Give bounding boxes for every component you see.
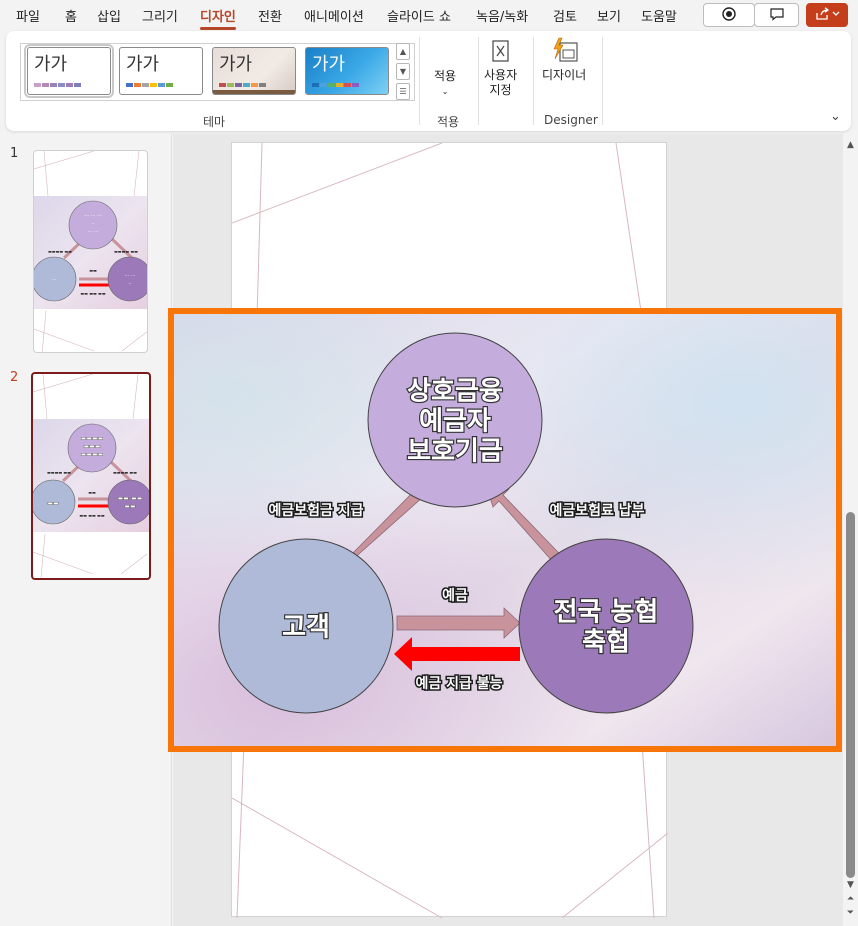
- svg-text:▬▬ ▬▬ ▬▬: ▬▬ ▬▬ ▬▬: [80, 291, 105, 296]
- collapse-ribbon-icon[interactable]: ⌄: [830, 109, 841, 124]
- apply-button[interactable]: 적용 ⌄: [434, 69, 456, 99]
- tab-review[interactable]: 검토: [553, 6, 577, 25]
- diagram-slide: 상호금융예금자보호기금 고객 전국 농협축협 예금보험금 지급 예금보험료 납부…: [174, 314, 836, 746]
- customize-line1: 사용자: [484, 68, 518, 82]
- svg-text:▬▬▬▬ ▬▬: ▬▬▬▬ ▬▬: [113, 470, 137, 475]
- tab-design[interactable]: 디자인: [200, 6, 236, 30]
- comment-icon: [769, 6, 785, 25]
- label-payout: 예금보험금 지급: [268, 502, 363, 519]
- theme-gallery: 가가 가가 가가 가가: [20, 43, 415, 101]
- record-button[interactable]: [703, 3, 755, 27]
- vertical-scrollbar[interactable]: ▲ ▼ ⏶ ⏷: [843, 134, 858, 926]
- tab-transitions[interactable]: 전환: [258, 6, 282, 25]
- chevron-down-icon: ⌄: [441, 87, 449, 96]
- tab-home[interactable]: 홈: [65, 6, 77, 25]
- slide-thumbnail-pane: 1 ··· ··· ··· ·· ··· ··· ··· ··· ··· ·· ▬▬▬▬…: [0, 134, 172, 926]
- previous-slide-button[interactable]: ⏶: [845, 894, 856, 904]
- slide-size-icon: [488, 37, 514, 68]
- customize-button[interactable]: 사용자 지정: [484, 37, 517, 98]
- slide-thumbnail-1[interactable]: ··· ··· ··· ·· ··· ··· ··· ··· ··· ·· ▬▬▬▬ ▬…: [33, 150, 148, 353]
- slide-number-2: 2: [10, 370, 19, 385]
- label-premium: 예금보험료 납부: [549, 502, 644, 519]
- tab-slideshow[interactable]: 슬라이드 쇼: [387, 6, 451, 25]
- ribbon-separator: [478, 37, 479, 125]
- share-button[interactable]: [806, 3, 848, 27]
- next-slide-button[interactable]: ⏷: [845, 908, 856, 918]
- tab-record[interactable]: 녹음/녹화: [476, 6, 528, 25]
- svg-text:▬▬▬▬: ▬▬▬▬: [81, 435, 104, 442]
- theme-sample-text: 가가: [126, 54, 160, 75]
- top-circle-text-line: 보호기금: [407, 436, 503, 466]
- svg-text:▬▬ ▬▬ ▬▬: ▬▬ ▬▬ ▬▬: [79, 513, 104, 518]
- tab-insert[interactable]: 삽입: [97, 6, 121, 25]
- svg-text:▬▬: ▬▬: [89, 268, 97, 273]
- svg-text:···: ···: [52, 277, 57, 283]
- ribbon-separator: [533, 37, 534, 125]
- designer-button-label: 디자이너: [542, 68, 587, 82]
- ribbon-separator: [419, 37, 420, 125]
- label-deposit: 예금: [442, 588, 468, 604]
- theme-group-label: 테마: [203, 115, 226, 129]
- comments-button[interactable]: [754, 3, 799, 27]
- svg-text:▬▬▬: ▬▬▬: [83, 443, 100, 450]
- theme-swatches: [219, 83, 266, 87]
- apply-button-label: 적용: [434, 69, 457, 83]
- svg-text:··· ···: ··· ···: [87, 229, 99, 235]
- svg-text:▬▬▬▬ ▬▬: ▬▬▬▬ ▬▬: [48, 249, 72, 254]
- theme-option-2[interactable]: 가가: [119, 47, 203, 95]
- svg-text:▬▬▬▬: ▬▬▬▬: [81, 451, 104, 458]
- theme-option-3[interactable]: 가가: [212, 47, 296, 95]
- right-circle-text-line: 전국 농협: [554, 597, 659, 627]
- right-circle-text-line: 축협: [582, 627, 630, 657]
- theme-sample-text: 가가: [219, 54, 253, 75]
- theme-swatches: [312, 83, 359, 87]
- gallery-more[interactable]: ☰: [396, 83, 410, 100]
- tab-animations[interactable]: 애니메이션: [304, 6, 364, 25]
- theme-swatches: [34, 83, 81, 87]
- scrollbar-thumb[interactable]: [846, 512, 855, 878]
- theme-sample-text: 가가: [312, 54, 346, 75]
- svg-text:▬▬▬▬ ▬▬: ▬▬▬▬ ▬▬: [47, 470, 71, 475]
- top-circle-text-line: 상호금융: [407, 376, 503, 406]
- designer-button[interactable]: 디자이너: [542, 37, 586, 83]
- tab-file[interactable]: 파일: [16, 6, 40, 25]
- designer-icon: [548, 37, 580, 68]
- theme-swatches: [126, 83, 173, 87]
- slide-number-1: 1: [10, 146, 19, 161]
- scroll-down-arrow[interactable]: ▼: [845, 880, 856, 890]
- design-ribbon: 가가 가가 가가 가가 ▲ ▼ ☰ 테마 적용 ⌄ 적용 사용자 지정 디자이너…: [6, 31, 851, 131]
- tab-draw[interactable]: 그리기: [142, 6, 178, 25]
- theme-option-1[interactable]: 가가: [24, 44, 114, 98]
- top-circle-text: 상호금융예금자보호기금: [406, 375, 504, 467]
- apply-group-label: 적용: [437, 115, 460, 129]
- share-icon: [814, 6, 840, 25]
- menu-bar: 파일 홈 삽입 그리기 디자인 전환 애니메이션 슬라이드 쇼 녹음/녹화 검토…: [0, 0, 858, 30]
- tab-help[interactable]: 도움말: [641, 6, 677, 25]
- theme-sample-text: 가가: [34, 54, 68, 75]
- svg-text:··· ··· ···: ··· ··· ···: [84, 213, 102, 219]
- svg-text:▬▬: ▬▬: [47, 500, 59, 507]
- record-icon: [722, 6, 736, 25]
- svg-text:··: ··: [128, 281, 132, 287]
- gallery-scroll-down[interactable]: ▼: [396, 63, 410, 80]
- theme-option-4[interactable]: 가가: [305, 47, 389, 95]
- customize-line2: 지정: [489, 83, 512, 97]
- designer-group-label: Designer: [544, 113, 598, 127]
- gallery-scroll-up[interactable]: ▲: [396, 43, 410, 60]
- svg-text:··· ···: ··· ···: [124, 273, 136, 279]
- svg-text:▬▬: ▬▬: [124, 503, 136, 510]
- tab-view[interactable]: 보기: [597, 6, 621, 25]
- selected-slide-frame[interactable]: 상호금융 예금자 보호기금 고객 전국 농협 축협 예금보험금 지급 예금보험료 납부…: [168, 308, 842, 752]
- label-payment-failure: 예금 지급 불능: [415, 676, 502, 692]
- svg-text:▬▬ ▬▬: ▬▬ ▬▬: [118, 495, 143, 502]
- left-circle-text: 고객: [281, 611, 331, 643]
- svg-text:▬▬▬▬ ▬▬: ▬▬▬▬ ▬▬: [114, 249, 138, 254]
- slide-thumbnail-2[interactable]: ▬▬▬▬ ▬▬▬ ▬▬▬▬ ▬▬ ▬▬ ▬▬ ▬▬ ▬▬▬▬ ▬▬ ▬▬▬▬ ▬▬ ▬▬ ▬…: [31, 372, 151, 580]
- scroll-up-arrow[interactable]: ▲: [845, 140, 856, 150]
- svg-text:··: ··: [91, 221, 95, 227]
- svg-text:▬▬: ▬▬: [88, 490, 96, 495]
- left-circle-text-line: 고객: [282, 612, 330, 642]
- top-circle-text-line: 예금자: [419, 406, 491, 436]
- ribbon-separator: [602, 37, 603, 125]
